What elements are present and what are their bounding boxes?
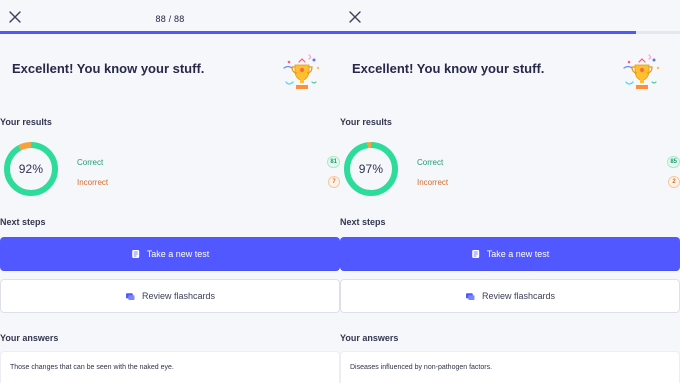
review-flashcards-label: Review flashcards — [141, 291, 216, 301]
result-hero: Excellent! You know your stuff. — [12, 34, 328, 112]
review-flashcards-label: Review flashcards — [481, 291, 556, 301]
close-icon — [349, 11, 361, 23]
results-block: 97% Correct 85 Incorrect 2 — [340, 138, 680, 200]
score-percentage: 92% — [18, 162, 44, 176]
page-title: Excellent! You know your stuff. — [12, 61, 205, 76]
correct-count-badge: 85 — [667, 156, 680, 168]
incorrect-label: Incorrect — [77, 177, 109, 187]
page-root: 88 / 88 Excellent! You know your stuff. — [0, 0, 680, 383]
incorrect-row: Incorrect 2 — [417, 176, 680, 188]
answer-card: Diseases influenced by non-pathogen fact… — [340, 351, 680, 383]
next-steps-label: Next steps — [340, 217, 386, 227]
incorrect-row: Incorrect 7 — [77, 176, 340, 188]
test-icon — [471, 249, 481, 259]
right-panel: Excellent! You know your stuff. Your res… — [340, 0, 680, 383]
left-topbar: 88 / 88 — [0, 0, 340, 34]
trophy-icon — [283, 54, 320, 89]
correct-label: Correct — [417, 157, 444, 167]
incorrect-label: Incorrect — [417, 177, 449, 187]
result-hero: Excellent! You know your stuff. — [352, 34, 668, 112]
flashcards-icon — [465, 291, 476, 301]
take-new-test-label: Take a new test — [146, 249, 210, 259]
answers-label: Your answers — [340, 333, 399, 343]
left-content: Excellent! You know your stuff. Your res… — [0, 34, 340, 383]
incorrect-count-badge: 2 — [668, 176, 680, 188]
take-new-test-button[interactable]: Take a new test — [0, 237, 340, 271]
results-label: Your results — [340, 117, 392, 127]
page-title: Excellent! You know your stuff. — [352, 61, 545, 76]
answer-text: Diseases influenced by non-pathogen fact… — [350, 364, 493, 371]
answer-text: Those changes that can be seen with the … — [10, 364, 174, 371]
right-content: Excellent! You know your stuff. Your res… — [340, 34, 680, 383]
trophy-icon — [623, 54, 660, 89]
close-button[interactable] — [348, 10, 362, 24]
results-label: Your results — [0, 117, 52, 127]
score-percentage: 97% — [358, 162, 384, 176]
results-block: 92% Correct 81 Incorrect 7 — [0, 138, 340, 200]
correct-count-badge: 81 — [327, 156, 340, 168]
review-flashcards-button[interactable]: Review flashcards — [340, 279, 680, 313]
flashcards-icon — [125, 291, 136, 301]
next-steps-label: Next steps — [0, 217, 46, 227]
correct-label: Correct — [77, 157, 104, 167]
correct-row: Correct 85 — [417, 156, 680, 168]
correct-row: Correct 81 — [77, 156, 340, 168]
answers-label: Your answers — [0, 333, 59, 343]
take-new-test-label: Take a new test — [486, 249, 550, 259]
take-new-test-button[interactable]: Take a new test — [340, 237, 680, 271]
incorrect-count-badge: 7 — [328, 176, 340, 188]
right-topbar — [340, 0, 680, 34]
review-flashcards-button[interactable]: Review flashcards — [0, 279, 340, 313]
answer-card: Those changes that can be seen with the … — [0, 351, 340, 383]
left-panel: 88 / 88 Excellent! You know your stuff. — [0, 0, 340, 383]
test-icon — [131, 249, 141, 259]
question-counter: 88 / 88 — [155, 14, 185, 24]
